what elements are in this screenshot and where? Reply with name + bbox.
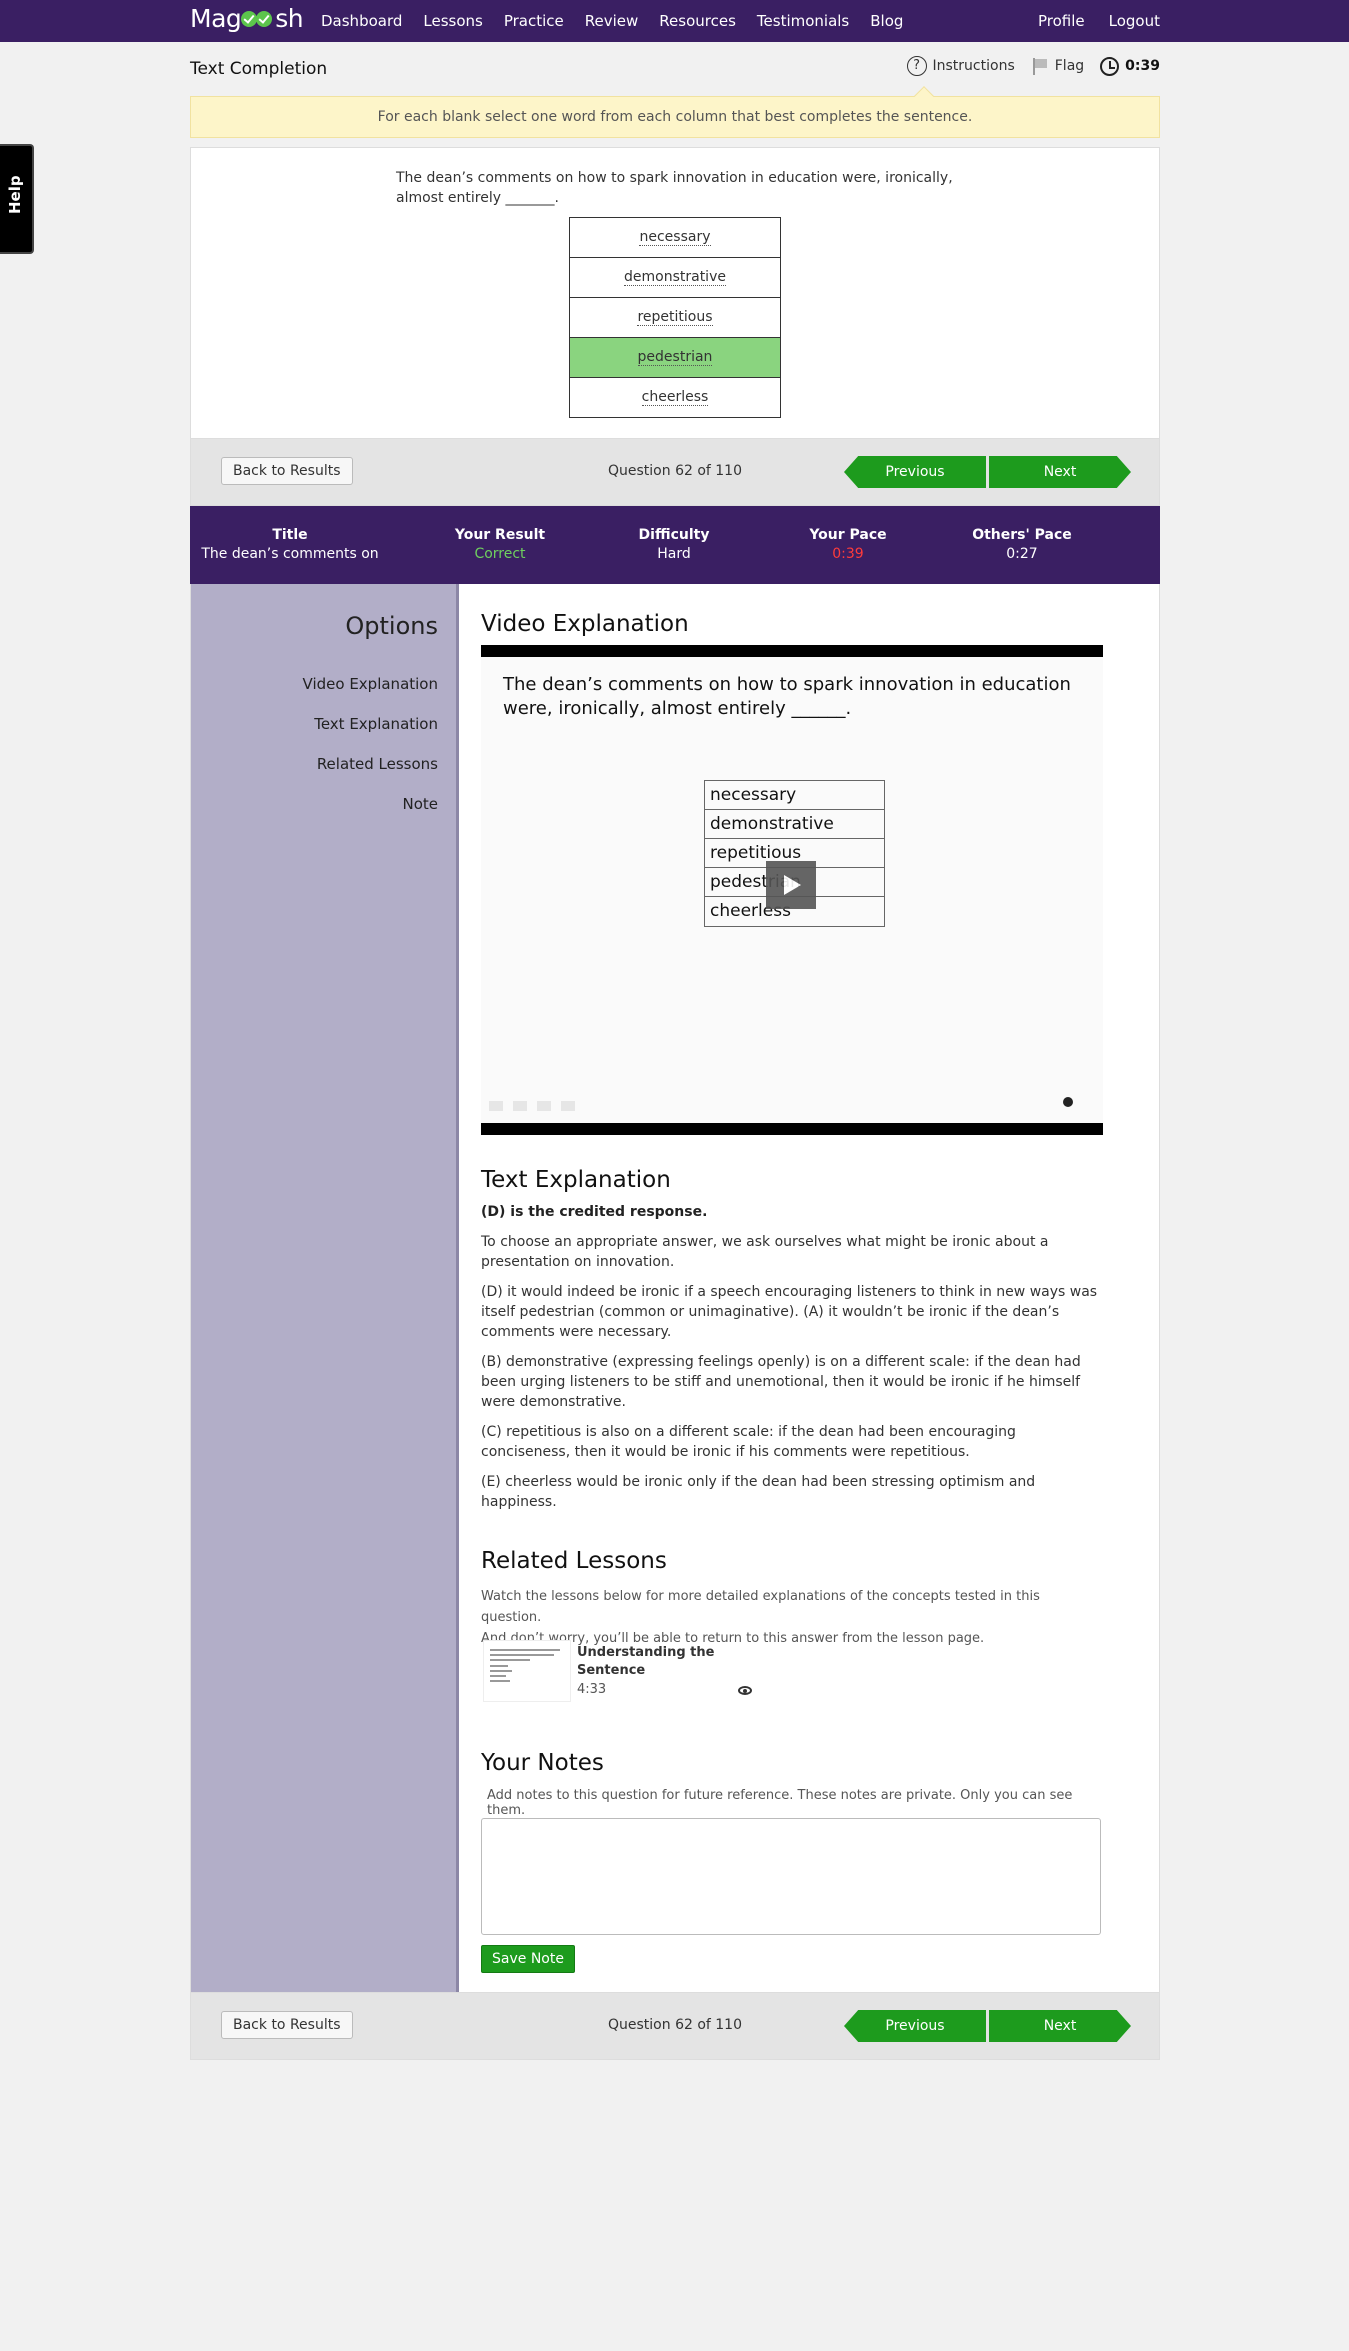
flag-icon	[1031, 57, 1049, 75]
explanation-paragraph: (B) demonstrative (expressing feelings o…	[481, 1354, 1081, 1410]
lesson-title[interactable]: Understanding the Sentence	[577, 1644, 737, 1680]
question-panel: The dean’s comments on how to spark inno…	[190, 147, 1160, 439]
notes-intro: Add notes to this question for future re…	[487, 1788, 1073, 1818]
choice-label: pedestrian	[637, 349, 713, 366]
video-question-text: The dean’s comments on how to spark inno…	[503, 674, 1071, 719]
related-intro-line: Watch the lessons below for more detaile…	[481, 1589, 1040, 1625]
stat-your-pace: Your Pace 0:39	[748, 526, 948, 564]
choice-necessary[interactable]: necessary	[569, 217, 781, 258]
stat-value: The dean’s comments on	[201, 546, 379, 562]
stat-label: Others' Pace	[972, 527, 1072, 543]
related-lesson-item[interactable]: Understanding the Sentence 4:33	[481, 1640, 781, 1704]
option-note[interactable]: Note	[402, 795, 438, 813]
nav-dashboard[interactable]: Dashboard	[321, 0, 402, 42]
magoosh-logo[interactable]: Mag sh	[190, 4, 304, 33]
nav-profile[interactable]: Profile	[1038, 0, 1085, 42]
save-note-button[interactable]: Save Note	[481, 1945, 575, 1973]
video-controls	[489, 1101, 589, 1113]
stat-value: Hard	[657, 546, 691, 562]
stat-label: Difficulty	[638, 527, 710, 543]
instruction-text: For each blank select one word from each…	[377, 109, 973, 125]
choice-label: repetitious	[637, 309, 713, 326]
choice-demonstrative[interactable]: demonstrative	[569, 257, 781, 298]
flag-button[interactable]: Flag	[1031, 57, 1084, 75]
nav-logout[interactable]: Logout	[1109, 0, 1160, 42]
choice-repetitious[interactable]: repetitious	[569, 297, 781, 338]
back-to-results-button[interactable]: Back to Results	[221, 2011, 353, 2039]
nav-review[interactable]: Review	[585, 0, 639, 42]
related-lessons-heading: Related Lessons	[481, 1548, 667, 1574]
nav-lessons[interactable]: Lessons	[423, 0, 482, 42]
question-header: Text Completion ? Instructions Flag 0:39	[190, 42, 1160, 96]
lesson-thumbnail[interactable]	[483, 1640, 571, 1702]
help-tab[interactable]: Help	[0, 144, 34, 254]
previous-button[interactable]: Previous	[844, 2010, 986, 2042]
choice-pedestrian[interactable]: pedestrian	[569, 337, 781, 378]
flag-label: Flag	[1054, 58, 1085, 74]
instructions-button[interactable]: ? Instructions	[906, 56, 1015, 76]
text-explanation-heading: Text Explanation	[481, 1167, 671, 1193]
nav-resources[interactable]: Resources	[659, 0, 736, 42]
explanation-area: Options Video Explanation Text Explanati…	[190, 584, 1160, 1992]
next-button[interactable]: Next	[989, 2010, 1131, 2042]
choice-label: necessary	[639, 229, 711, 246]
stat-value: 0:39	[832, 546, 864, 562]
nav-practice[interactable]: Practice	[504, 0, 564, 42]
play-icon[interactable]	[766, 861, 816, 909]
explanation-paragraph: (E) cheerless would be ironic only if th…	[481, 1474, 1036, 1510]
stat-difficulty: Difficulty Hard	[574, 526, 774, 564]
stat-label: Your Result	[454, 527, 546, 543]
nav-blog[interactable]: Blog	[870, 0, 903, 42]
help-label: Help	[6, 175, 24, 214]
eye-icon	[738, 1686, 752, 1695]
notes-textarea[interactable]	[481, 1818, 1101, 1935]
stat-label: Title	[272, 527, 308, 543]
next-button[interactable]: Next	[989, 456, 1131, 488]
stat-value: Correct	[474, 546, 526, 562]
logo-check-icon	[241, 9, 275, 29]
stat-label: Your Pace	[809, 527, 887, 543]
video-choice: demonstrative	[705, 810, 884, 839]
instructions-label: Instructions	[932, 58, 1015, 74]
clock-icon	[1100, 56, 1120, 76]
page-title: Text Completion	[190, 59, 328, 79]
option-text-explanation[interactable]: Text Explanation	[314, 715, 438, 733]
previous-button[interactable]: Previous	[844, 456, 986, 488]
text-explanation: (D) is the credited response. To choose …	[481, 1202, 1103, 1522]
options-title: Options	[345, 612, 438, 640]
top-navigation: Mag sh Dashboard Lessons Practice Review …	[0, 0, 1349, 42]
explanation-paragraph: (D) it would indeed be ironic if a speec…	[481, 1284, 1098, 1340]
explanation-paragraph: (C) repetitious is also on a different s…	[481, 1424, 1016, 1460]
stat-others-pace: Others' Pace 0:27	[922, 526, 1122, 564]
option-video-explanation[interactable]: Video Explanation	[303, 675, 438, 693]
question-navigation-top: Back to Results Question 62 of 110 Previ…	[190, 438, 1160, 506]
choice-label: demonstrative	[624, 269, 726, 286]
stat-title: Title The dean’s comments on	[190, 526, 390, 564]
stat-value: 0:27	[1006, 546, 1038, 562]
question-text: The dean’s comments on how to spark inno…	[396, 170, 953, 206]
back-to-results-button[interactable]: Back to Results	[221, 457, 353, 485]
options-sidebar: Options Video Explanation Text Explanati…	[191, 584, 459, 1992]
video-choice: necessary	[705, 781, 884, 810]
video-explanation-heading: Video Explanation	[481, 611, 689, 637]
explanation-paragraph: To choose an appropriate answer, we ask …	[481, 1234, 1049, 1270]
question-navigation-bottom: Back to Results Question 62 of 110 Previ…	[190, 1992, 1160, 2060]
credited-response: (D) is the credited response.	[481, 1204, 708, 1220]
choice-cheerless[interactable]: cheerless	[569, 377, 781, 418]
video-dot-icon	[1063, 1097, 1073, 1107]
question-mark-icon: ?	[906, 56, 927, 76]
video-player[interactable]: The dean’s comments on how to spark inno…	[481, 645, 1103, 1135]
answer-choices: necessary demonstrative repetitious pede…	[569, 217, 781, 418]
result-stats-bar: Title The dean’s comments on Your Result…	[190, 506, 1160, 584]
choice-label: cheerless	[641, 389, 709, 406]
nav-testimonials[interactable]: Testimonials	[757, 0, 849, 42]
option-related-lessons[interactable]: Related Lessons	[317, 755, 438, 773]
your-notes-heading: Your Notes	[481, 1750, 604, 1776]
lesson-duration: 4:33	[577, 1682, 607, 1697]
stat-result: Your Result Correct	[400, 526, 600, 564]
timer-value: 0:39	[1125, 58, 1160, 74]
timer: 0:39	[1100, 56, 1160, 76]
instruction-banner: For each blank select one word from each…	[190, 86, 1160, 138]
